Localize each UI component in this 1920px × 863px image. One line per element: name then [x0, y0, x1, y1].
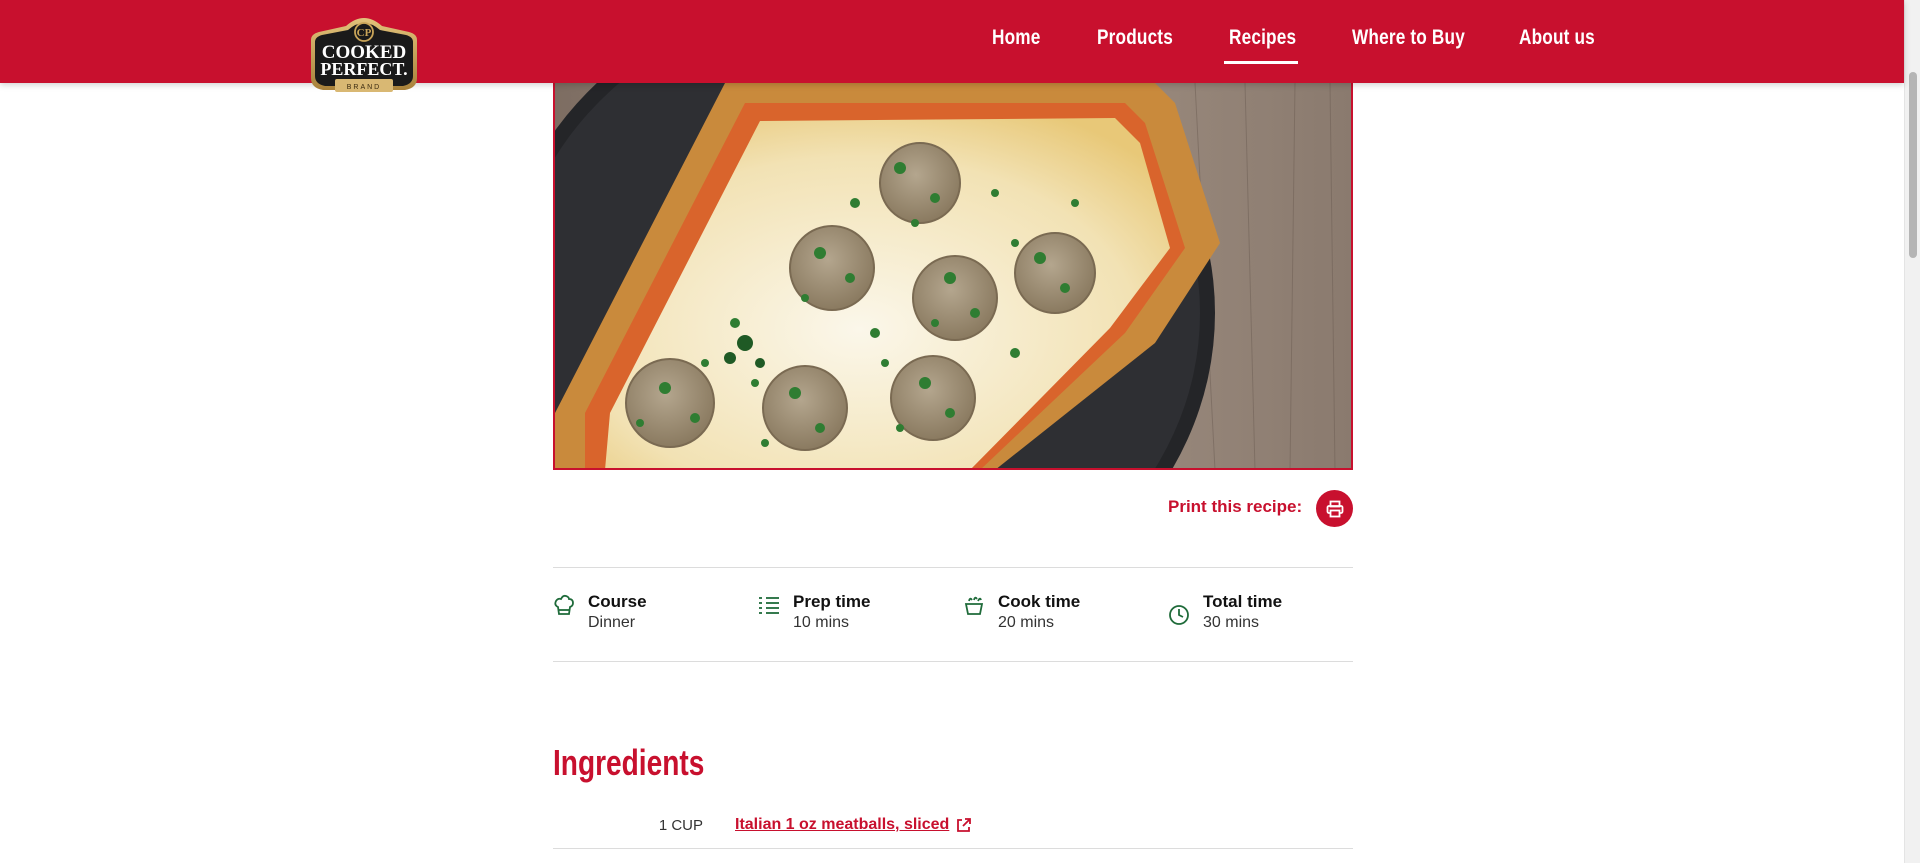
logo-text-line3: BRAND — [347, 84, 382, 91]
ingredient-quantity: 1 CUP — [658, 817, 703, 834]
ingredients-heading: Ingredients — [553, 742, 705, 783]
meta-cook-value: 20 mins — [998, 614, 1055, 631]
divider-top — [553, 567, 1353, 568]
meta-prep-value: 10 mins — [793, 614, 850, 631]
svg-text:CP: CP — [357, 27, 372, 39]
print-recipe-label: Print this recipe: — [1168, 497, 1303, 516]
meta-course-title: Course — [588, 592, 647, 611]
page-scrollbar[interactable] — [1904, 0, 1920, 863]
divider-bottom — [553, 661, 1353, 662]
meta-prep-title: Prep time — [793, 592, 871, 611]
list-icon — [759, 597, 779, 614]
meta-total-value: 30 mins — [1203, 614, 1260, 631]
clock-icon — [1169, 605, 1189, 625]
nav-recipes[interactable]: Recipes — [1229, 26, 1296, 56]
ingredient-row-divider — [553, 848, 1353, 849]
ingredient-link[interactable]: Italian 1 oz meatballs, sliced — [735, 816, 972, 834]
recipe-hero-image — [553, 83, 1353, 470]
ingredient-name: Italian 1 oz meatballs, sliced — [735, 816, 950, 833]
external-link-icon — [957, 818, 972, 832]
nav-where-to-buy[interactable]: Where to Buy — [1352, 26, 1465, 56]
nav-about-us[interactable]: About us — [1519, 26, 1595, 56]
nav-home[interactable]: Home — [992, 26, 1041, 56]
meta-total-title: Total time — [1203, 592, 1283, 611]
brand-logo[interactable]: CP COOKED PERFECT. BRAND — [301, 12, 427, 99]
nav-products[interactable]: Products — [1097, 26, 1173, 56]
site-header: Home Products Recipes Where to Buy About… — [0, 0, 1904, 83]
chef-hat-icon — [554, 594, 574, 615]
printer-icon — [1326, 500, 1343, 517]
pot-icon — [964, 596, 984, 615]
scrollbar-thumb[interactable] — [1909, 72, 1917, 258]
logo-text-line2: PERFECT. — [320, 59, 407, 79]
print-recipe-button[interactable] — [1316, 490, 1353, 527]
meta-cook-title: Cook time — [998, 592, 1081, 611]
active-nav-indicator — [1224, 61, 1298, 64]
meta-course-value: Dinner — [588, 614, 636, 631]
